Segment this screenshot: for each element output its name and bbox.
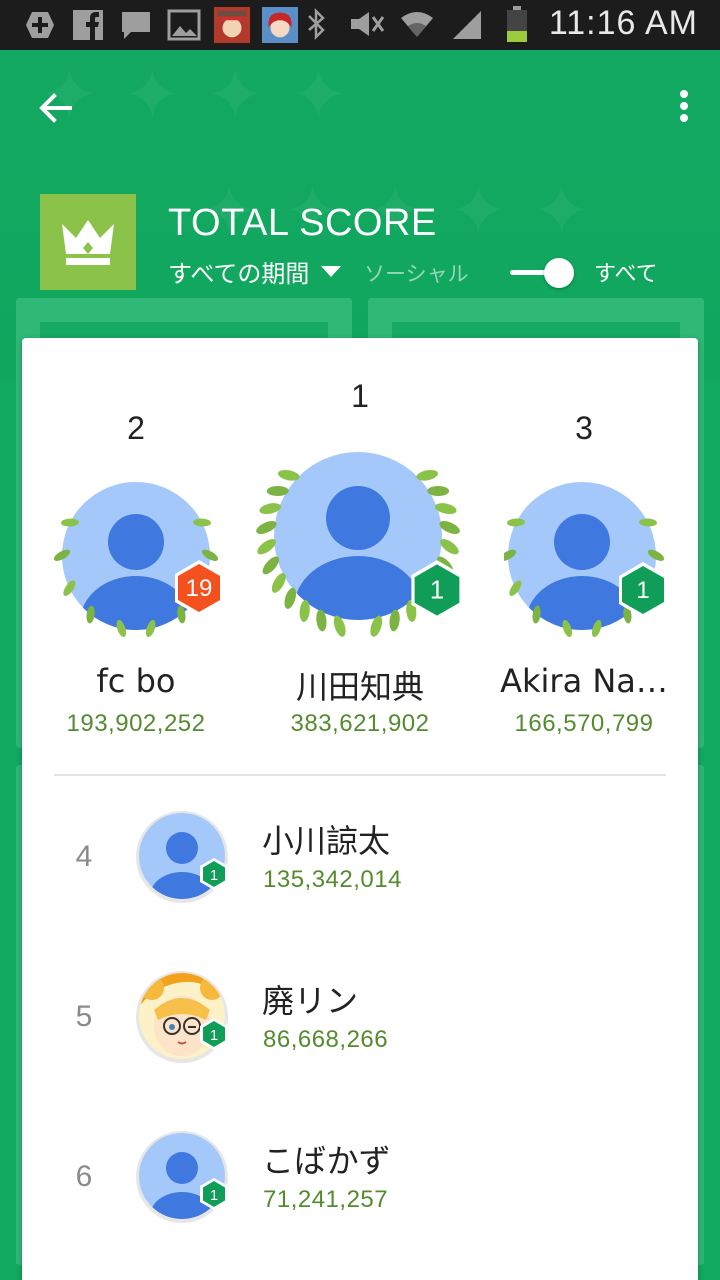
social-filter-label[interactable]: ソーシャル — [364, 258, 469, 288]
player-name: 小川諒太 — [262, 822, 391, 860]
list-item[interactable]: 5 1 廃リン 86,668,266 — [22, 970, 698, 1090]
app-avatar-2 — [262, 7, 298, 43]
bluetooth-icon — [299, 6, 335, 42]
dropdown-arrow-icon — [321, 266, 342, 277]
player-score: 383,621,902 — [290, 710, 430, 737]
podium-divider — [54, 774, 666, 776]
level-badge: 19 — [175, 560, 223, 616]
player-avatar: 1 — [136, 1131, 228, 1223]
player-avatar: 1 — [136, 971, 228, 1063]
player-name: Akira Na… — [500, 662, 668, 700]
player-score: 86,668,266 — [263, 1026, 389, 1053]
period-label: すべての期間 — [168, 260, 310, 288]
arrow-back-icon — [39, 93, 72, 123]
wifi-icon — [399, 6, 435, 42]
list-item[interactable]: 4 1 小川諒太 135,342,014 — [22, 810, 698, 930]
status-bar: 11:16 AM — [0, 0, 720, 50]
back-button[interactable] — [34, 86, 78, 130]
podium-third[interactable]: 3 1 Akira Na… 166,570,799 — [484, 400, 684, 750]
level-number: 1 — [210, 867, 218, 884]
more-vert-icon — [680, 90, 688, 122]
player-name: fc bo — [96, 662, 176, 700]
podium-first[interactable]: 1 1 川田知典 383,621,902 — [248, 370, 472, 750]
leaderboard-icon-tile — [40, 194, 136, 290]
player-score: 193,902,252 — [66, 710, 206, 737]
player-name: 川田知典 — [295, 668, 424, 706]
level-badge: 1 — [619, 562, 667, 618]
player-score: 166,570,799 — [514, 710, 654, 737]
social-all-toggle[interactable] — [510, 258, 576, 288]
player-avatar: 1 — [136, 811, 228, 903]
leaderboard-title: TOTAL SCORE — [168, 202, 437, 244]
app-avatar-1 — [214, 7, 250, 43]
list-item[interactable]: 6 1 こばかず 71,241,257 — [22, 1130, 698, 1250]
podium-second[interactable]: 2 19 fc bo 193,902,252 — [36, 400, 236, 750]
add-box-icon — [22, 7, 58, 43]
battery-icon — [499, 5, 535, 42]
level-number: 1 — [636, 577, 649, 604]
chat-icon — [118, 7, 154, 43]
player-score: 71,241,257 — [263, 1186, 389, 1213]
period-dropdown[interactable]: すべての期間 — [168, 254, 342, 289]
podium-rank: 1 — [351, 378, 369, 414]
image-icon — [166, 7, 202, 43]
facebook-icon — [70, 7, 106, 43]
list-rank: 6 — [75, 1160, 93, 1193]
signal-icon — [449, 6, 485, 42]
more-options-button[interactable] — [668, 86, 700, 130]
system-icons: 11:16 AM — [299, 4, 698, 43]
list-rank: 5 — [75, 1000, 93, 1033]
level-number: 1 — [430, 577, 444, 605]
level-number: 19 — [186, 575, 213, 602]
level-number: 1 — [210, 1027, 218, 1044]
podium-rank: 3 — [575, 410, 593, 446]
level-badge: 1 — [411, 560, 463, 620]
toggle-knob — [544, 258, 574, 288]
player-name: こばかず — [262, 1142, 391, 1180]
podium-rank: 2 — [127, 410, 145, 446]
clock: 11:16 AM — [548, 4, 698, 42]
all-filter-label[interactable]: すべて — [594, 256, 658, 288]
player-score: 135,342,014 — [263, 866, 402, 893]
mute-icon — [349, 6, 385, 42]
background-art: ✦ ✦ ✦ ✦ — [40, 54, 348, 136]
notification-icons — [22, 7, 298, 43]
list-rank: 4 — [75, 840, 93, 873]
player-name: 廃リン — [262, 982, 359, 1020]
level-number: 1 — [210, 1187, 218, 1204]
crown-icon — [62, 220, 114, 265]
